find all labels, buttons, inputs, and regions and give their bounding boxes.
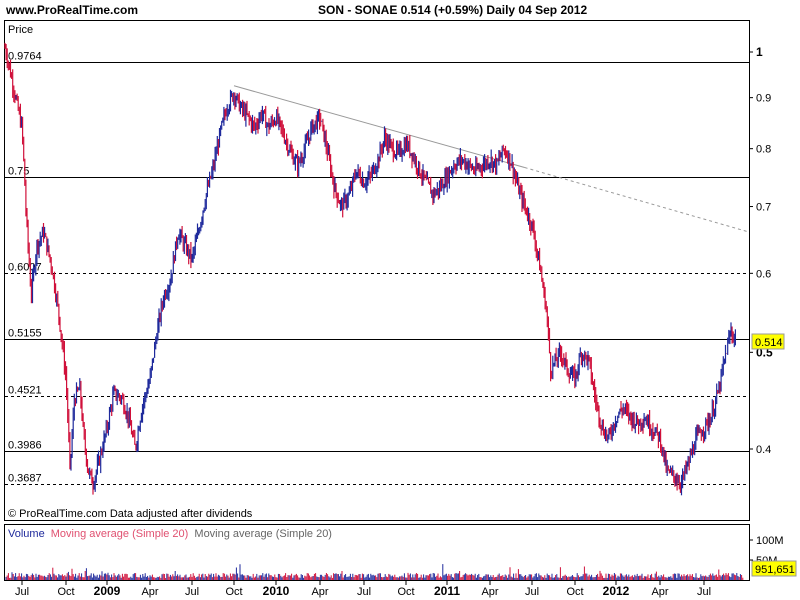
x-tick-label: Jul bbox=[525, 586, 539, 598]
x-tick-label: Oct bbox=[57, 586, 74, 598]
x-tick-label: Apr bbox=[481, 586, 498, 598]
level-label: 0.4521 bbox=[8, 385, 42, 397]
y-tick-label: 0.6 bbox=[756, 268, 771, 280]
volume-legend-item: Moving average (Simple 20) bbox=[51, 528, 189, 540]
x-tick-label: 2009 bbox=[94, 584, 121, 598]
y-tick-label: 0.9 bbox=[756, 93, 771, 105]
volume-legend-item: Volume bbox=[8, 528, 45, 540]
volume-y-tick-label: 100M bbox=[756, 535, 784, 547]
copyright-note: © ProRealTime.com Data adjusted after di… bbox=[8, 508, 253, 520]
level-label: 0.3986 bbox=[8, 440, 42, 452]
x-tick-label: Jul bbox=[357, 586, 371, 598]
svg-text:Volume Moving average (S: Volume Moving average (Simple 20) Moving… bbox=[8, 528, 332, 540]
price-axis-label: Price bbox=[8, 24, 33, 36]
level-label: 0.3687 bbox=[8, 473, 42, 485]
last-price-label: 0.514 bbox=[755, 337, 783, 349]
chart-title: SON - SONAE 0.514 (+0.59%) Daily 04 Sep … bbox=[318, 3, 588, 17]
x-tick-label: 2011 bbox=[434, 584, 460, 598]
x-tick-label: Oct bbox=[225, 586, 242, 598]
price-chart: 0.97640.750.60070.51550.45210.39860.3687… bbox=[4, 20, 797, 598]
last-volume-label: 951,651 bbox=[755, 564, 795, 576]
level-label: 0.75 bbox=[8, 166, 29, 178]
x-tick-label: Jul bbox=[697, 586, 711, 598]
volume-legend: Volume Moving average (Simple 20) Moving… bbox=[8, 528, 332, 540]
price-panel-frame bbox=[4, 20, 750, 521]
y-tick-label: 0.8 bbox=[756, 144, 771, 156]
y-tick-label: 1 bbox=[756, 45, 763, 59]
x-tick-label: Oct bbox=[566, 586, 583, 598]
y-tick-label: 0.4 bbox=[756, 444, 771, 456]
volume-legend-item: Moving average (Simple 20) bbox=[194, 528, 332, 540]
x-tick-label: Apr bbox=[311, 586, 328, 598]
x-tick-label: Oct bbox=[397, 586, 414, 598]
level-label: 0.5155 bbox=[8, 328, 42, 340]
x-tick-label: 2010 bbox=[263, 584, 290, 598]
x-tick-label: Jul bbox=[185, 586, 199, 598]
level-label: 0.9764 bbox=[8, 51, 42, 63]
x-tick-label: 2012 bbox=[603, 584, 630, 598]
x-tick-label: Jul bbox=[15, 586, 29, 598]
site-name[interactable]: www.ProRealTime.com bbox=[6, 3, 138, 17]
x-tick-label: Apr bbox=[141, 586, 158, 598]
x-tick-label: Apr bbox=[651, 586, 668, 598]
y-tick-label: 0.7 bbox=[756, 202, 771, 214]
